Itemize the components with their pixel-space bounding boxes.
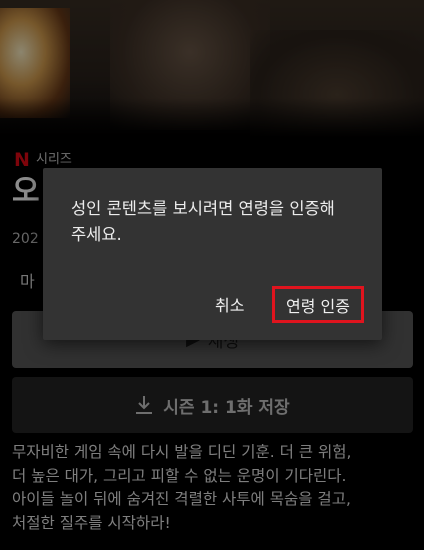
verify-age-button[interactable]: 연령 인증 [272, 286, 364, 323]
cancel-button[interactable]: 취소 [213, 288, 246, 320]
age-verification-dialog: 성인 콘텐츠를 보시려면 연령을 인증해 주세요. 취소 연령 인증 [43, 168, 382, 340]
dialog-message: 성인 콘텐츠를 보시려면 연령을 인증해 주세요. [71, 199, 335, 244]
verify-age-label: 연령 인증 [286, 296, 350, 316]
